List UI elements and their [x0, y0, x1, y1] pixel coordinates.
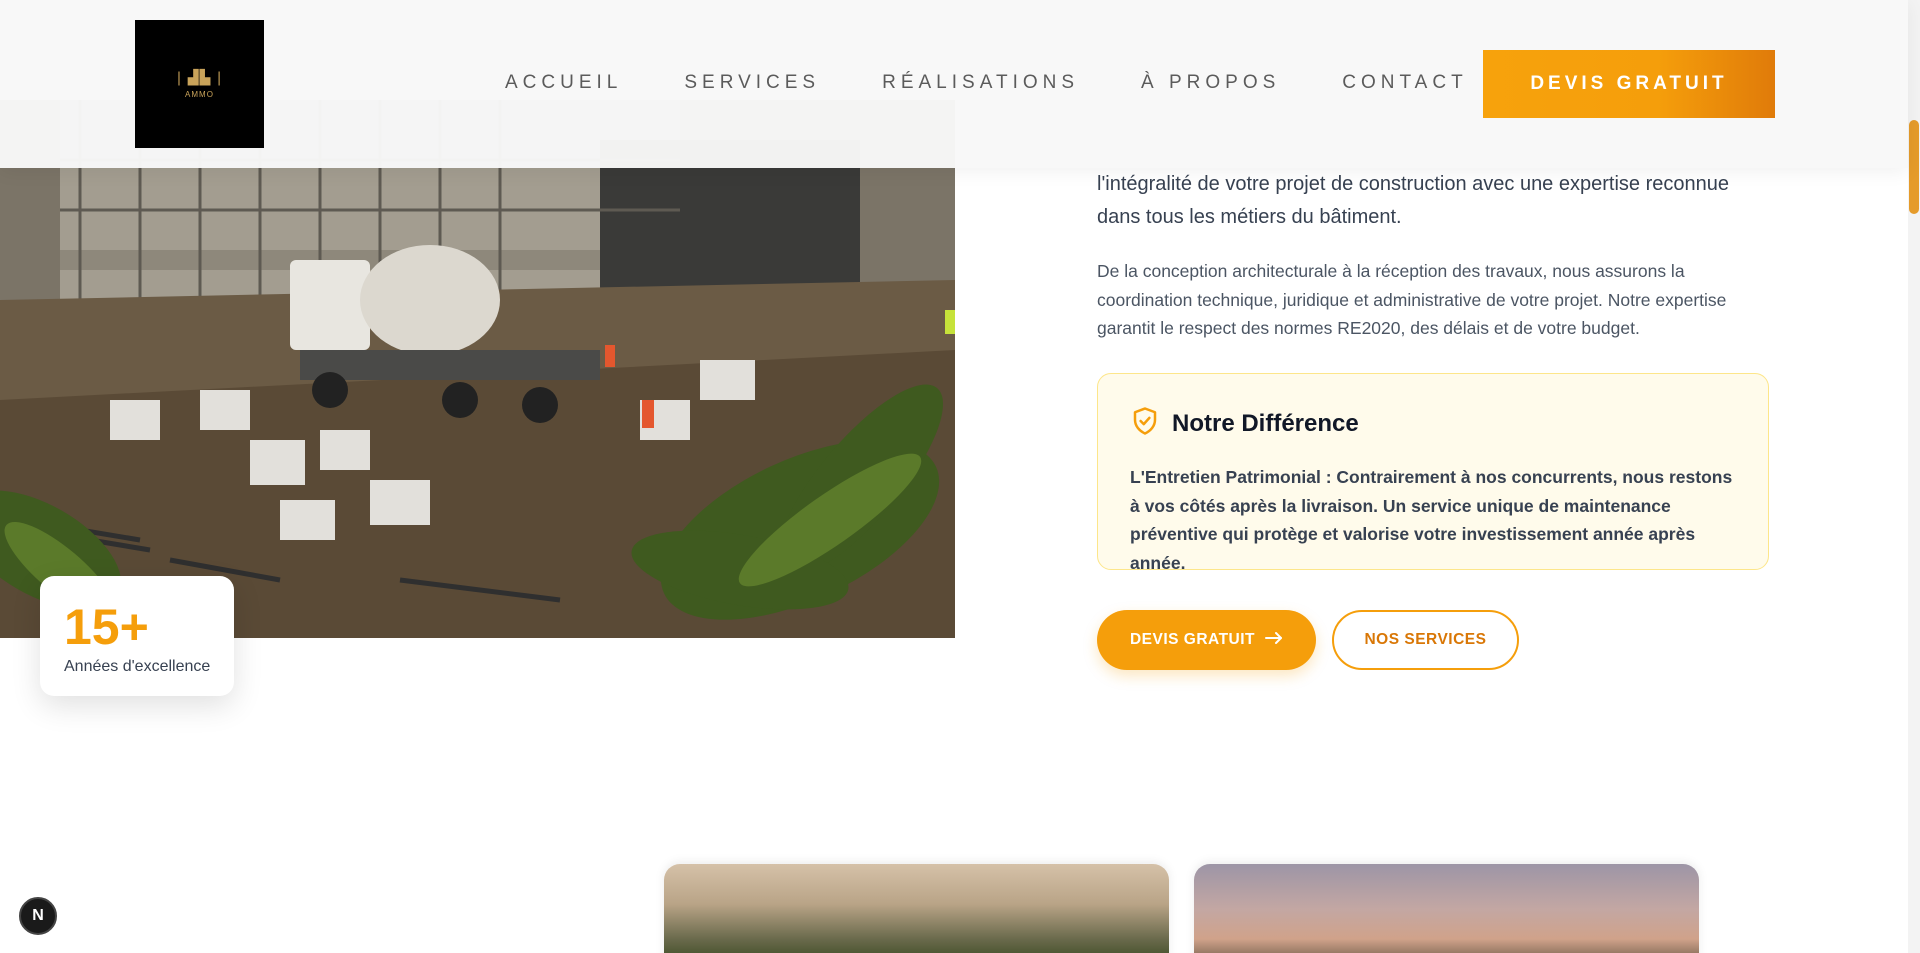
intro-lead-text: l'intégralité de votre projet de constru… [1097, 173, 1729, 228]
page: 15+ Années d'excellence l'intégralité de… [0, 0, 1920, 953]
free-quote-button[interactable]: DEVIS GRATUIT [1097, 610, 1316, 670]
main-nav: ACCUEIL SERVICES RÉALISATIONS À PROPOS C… [505, 72, 1530, 94]
free-quote-label: DEVIS GRATUIT [1129, 631, 1256, 648]
construction-site-image [0, 100, 955, 638]
nav-item-services[interactable]: SERVICES [684, 72, 820, 94]
difference-text: L'Entretien Patrimonial : Contrairement … [1130, 467, 1733, 573]
company-logo[interactable]: | ▟▙ | AMMO [135, 20, 264, 148]
difference-title: Notre Différence [1172, 409, 1359, 437]
nav-item-a-propos[interactable]: À PROPOS [1141, 72, 1280, 94]
difference-header: Notre Différence [1130, 406, 1736, 441]
site-header: | ▟▙ | AMMO ACCUEIL SERVICES RÉALISATION… [0, 0, 1908, 168]
arrow-right-icon [1265, 631, 1283, 650]
logo-mark-icon: | ▟▙ | [176, 69, 223, 86]
intro-body-text: De la conception architecturale à la réc… [1097, 261, 1727, 338]
logo-text: AMMO [185, 89, 214, 99]
project-card-villa[interactable] [1194, 864, 1699, 953]
our-services-button[interactable]: NOS SERVICES [1332, 610, 1519, 670]
page-scrollbar-thumb[interactable] [1909, 120, 1919, 214]
header-free-quote-button[interactable]: DEVIS GRATUIT [1483, 50, 1775, 118]
shield-check-icon [1130, 406, 1160, 441]
project-card-landscape[interactable] [664, 864, 1169, 953]
difference-highlight-box: Notre Différence L'Entretien Patrimonial… [1097, 373, 1769, 573]
nav-item-accueil[interactable]: ACCUEIL [505, 72, 622, 94]
years-value: 15+ [64, 599, 149, 655]
years-label: Années d'excellence [64, 658, 211, 675]
nav-item-contact[interactable]: CONTACT [1342, 72, 1467, 94]
nav-item-realisations[interactable]: RÉALISATIONS [882, 72, 1079, 94]
years-excellence-card: 15+ Années d'excellence [40, 576, 234, 696]
nextjs-dev-badge[interactable]: N [19, 897, 57, 935]
